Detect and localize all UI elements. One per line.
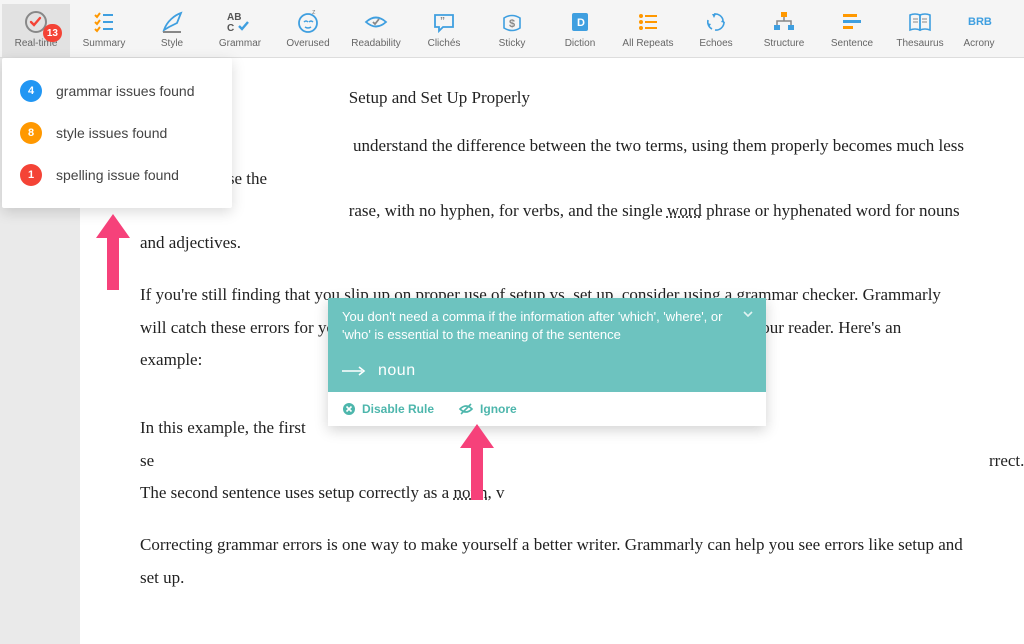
dropdown-item-label: grammar issues found <box>56 83 195 99</box>
dropdown-item-grammar[interactable]: 4 grammar issues found <box>2 70 232 112</box>
toolbar-overused[interactable]: z Overused <box>274 4 342 57</box>
toolbar-diction[interactable]: D Diction <box>546 4 614 57</box>
action-label: Disable Rule <box>362 402 434 416</box>
bars-icon <box>839 8 865 36</box>
dollar-note-icon: $ <box>499 8 525 36</box>
checklist-icon <box>91 8 117 36</box>
brb-icon: BRB <box>966 8 992 36</box>
svg-text:BRB: BRB <box>968 16 992 28</box>
close-circle-icon <box>342 402 356 416</box>
toolbar-summary[interactable]: Summary <box>70 4 138 57</box>
doc-heading: XXXXXXXXXXXXXXXXXSetup and Set Up Proper… <box>140 82 964 114</box>
toolbar-acronym[interactable]: BRB Acrony <box>954 4 1004 57</box>
toolbar-sticky[interactable]: $ Sticky <box>478 4 546 57</box>
dropdown-item-spelling[interactable]: 1 spelling issue found <box>2 154 232 196</box>
toolbar-grammar[interactable]: ABC Grammar <box>206 4 274 57</box>
toolbar-label: Overused <box>286 38 329 49</box>
toolbar-sentence[interactable]: Sentence <box>818 4 886 57</box>
toolbar-label: Acrony <box>963 38 994 49</box>
open-book-icon <box>907 8 933 36</box>
toolbar-style[interactable]: Style <box>138 4 206 57</box>
tooltip-message: You don't need a comma if the informatio… <box>328 298 766 354</box>
tooltip-suggestion[interactable]: noun <box>328 354 766 392</box>
toolbar-allrepeats[interactable]: All Repeats <box>614 4 682 57</box>
count-badge: 8 <box>20 122 42 144</box>
toolbar-readability[interactable]: Readability <box>342 4 410 57</box>
action-label: Ignore <box>480 402 517 416</box>
toolbar-label: Style <box>161 38 183 49</box>
toolbar-label: Sticky <box>499 38 526 49</box>
realtime-badge: 13 <box>43 24 62 42</box>
toolbar-label: Grammar <box>219 38 261 49</box>
toolbar-label: Sentence <box>831 38 873 49</box>
annotation-arrow <box>88 210 138 290</box>
toolbar-label: Thesaurus <box>896 38 943 49</box>
count-badge: 4 <box>20 80 42 102</box>
doc-paragraph: In this example, the first seXXXXXXXXXXX… <box>140 412 964 509</box>
underlined-word[interactable]: word <box>667 201 702 220</box>
realtime-dropdown: 4 grammar issues found 8 style issues fo… <box>2 58 232 208</box>
list-lines-icon <box>635 8 661 36</box>
suggestion-text: noun <box>378 362 416 380</box>
doc-paragraph: XXXXXXXXXXXXXXXXX understand the differe… <box>140 130 964 259</box>
svg-text:”: ” <box>440 16 445 27</box>
svg-text:AB: AB <box>227 12 241 23</box>
eye-check-icon <box>363 8 389 36</box>
toolbar-thesaurus[interactable]: Thesaurus <box>886 4 954 57</box>
toolbar-echoes[interactable]: Echoes <box>682 4 750 57</box>
recycle-icon <box>703 8 729 36</box>
toolbar-cliches[interactable]: ” Clichés <box>410 4 478 57</box>
toolbar-label: Summary <box>83 38 126 49</box>
abc-check-icon: ABC <box>226 8 254 36</box>
doc-paragraph: Correcting grammar errors is one way to … <box>140 529 964 594</box>
tooltip-actions: Disable Rule Ignore <box>328 392 766 426</box>
dictionary-icon: D <box>567 8 593 36</box>
annotation-arrow <box>452 420 502 500</box>
svg-text:C: C <box>227 23 234 34</box>
svg-text:z: z <box>312 9 316 16</box>
disable-rule-button[interactable]: Disable Rule <box>342 402 434 416</box>
ignore-button[interactable]: Ignore <box>458 402 517 416</box>
arrow-right-icon <box>342 366 368 376</box>
sleepy-face-icon: z <box>295 8 321 36</box>
toolbar-realtime[interactable]: Real-time 13 <box>2 4 70 57</box>
hierarchy-icon <box>771 8 797 36</box>
eye-off-icon <box>458 402 474 416</box>
toolbar-label: Clichés <box>428 38 461 49</box>
svg-text:D: D <box>577 17 585 29</box>
toolbar-label: All Repeats <box>622 38 673 49</box>
toolbar-label: Echoes <box>699 38 732 49</box>
quill-icon <box>159 8 185 36</box>
count-badge: 1 <box>20 164 42 186</box>
svg-text:$: $ <box>509 18 515 30</box>
dropdown-item-label: spelling issue found <box>56 167 179 183</box>
dropdown-item-style[interactable]: 8 style issues found <box>2 112 232 154</box>
toolbar-label: Readability <box>351 38 400 49</box>
toolbar-label: Diction <box>565 38 596 49</box>
toolbar-label: Structure <box>764 38 805 49</box>
speech-bubble-icon: ” <box>431 8 457 36</box>
toolbar-structure[interactable]: Structure <box>750 4 818 57</box>
chevron-down-icon[interactable] <box>742 308 754 320</box>
grammar-tooltip: You don't need a comma if the informatio… <box>328 298 766 426</box>
toolbar: Real-time 13 Summary Style ABC Grammar z… <box>0 0 1024 58</box>
dropdown-item-label: style issues found <box>56 125 167 141</box>
